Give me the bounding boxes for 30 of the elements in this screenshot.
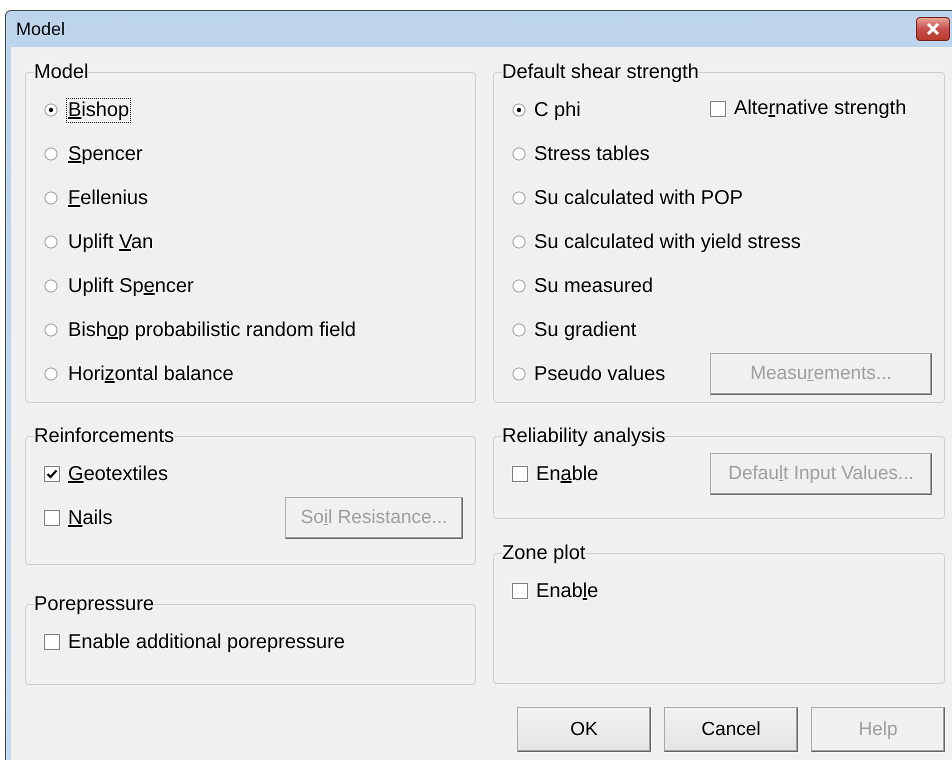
checkbox-option[interactable]: Enable additional porepressure [44, 630, 345, 654]
dialog-button[interactable]: Cancel [664, 707, 798, 752]
radio-option[interactable]: Su calculated with POP [512, 186, 743, 210]
radio-option[interactable]: C phi [512, 98, 581, 122]
group-title: Default shear strength [502, 61, 699, 84]
group-title: Porepressure [34, 593, 154, 616]
checkbox-option[interactable]: Enable [512, 462, 598, 486]
close-icon [926, 23, 940, 35]
checkbox-option[interactable]: Nails [44, 506, 112, 530]
group-title: Reinforcements [34, 425, 174, 448]
window-title: Model [16, 18, 66, 40]
radio-option[interactable]: Fellenius [44, 186, 150, 210]
radio-option[interactable]: Su gradient [512, 318, 636, 342]
group-title: Model [34, 61, 88, 84]
radio-option[interactable]: Pseudo values [512, 362, 666, 386]
radio-option[interactable]: Uplift Spencer [44, 274, 196, 298]
radio-option[interactable]: Bishop probabilistic random field [44, 318, 358, 342]
checkbox-option[interactable]: Alternative strength [710, 97, 906, 120]
checkbox-option[interactable]: Geotextiles [44, 462, 168, 486]
radio-option[interactable]: Spencer [44, 142, 144, 166]
radio-option[interactable]: Stress tables [512, 142, 650, 166]
group-title: Reliability analysis [502, 425, 666, 448]
checkbox-option[interactable]: Enable [512, 580, 598, 602]
close-button[interactable] [916, 17, 950, 41]
radio-option[interactable]: Su calculated with yield stress [512, 230, 801, 254]
radio-option[interactable]: Uplift Van [44, 230, 156, 254]
radio-option[interactable]: Horizontal balance [44, 362, 236, 386]
dialog-button[interactable]: OK [517, 707, 651, 752]
radio-option[interactable]: Su measured [512, 274, 653, 298]
group-title: Zone plot [502, 542, 586, 565]
